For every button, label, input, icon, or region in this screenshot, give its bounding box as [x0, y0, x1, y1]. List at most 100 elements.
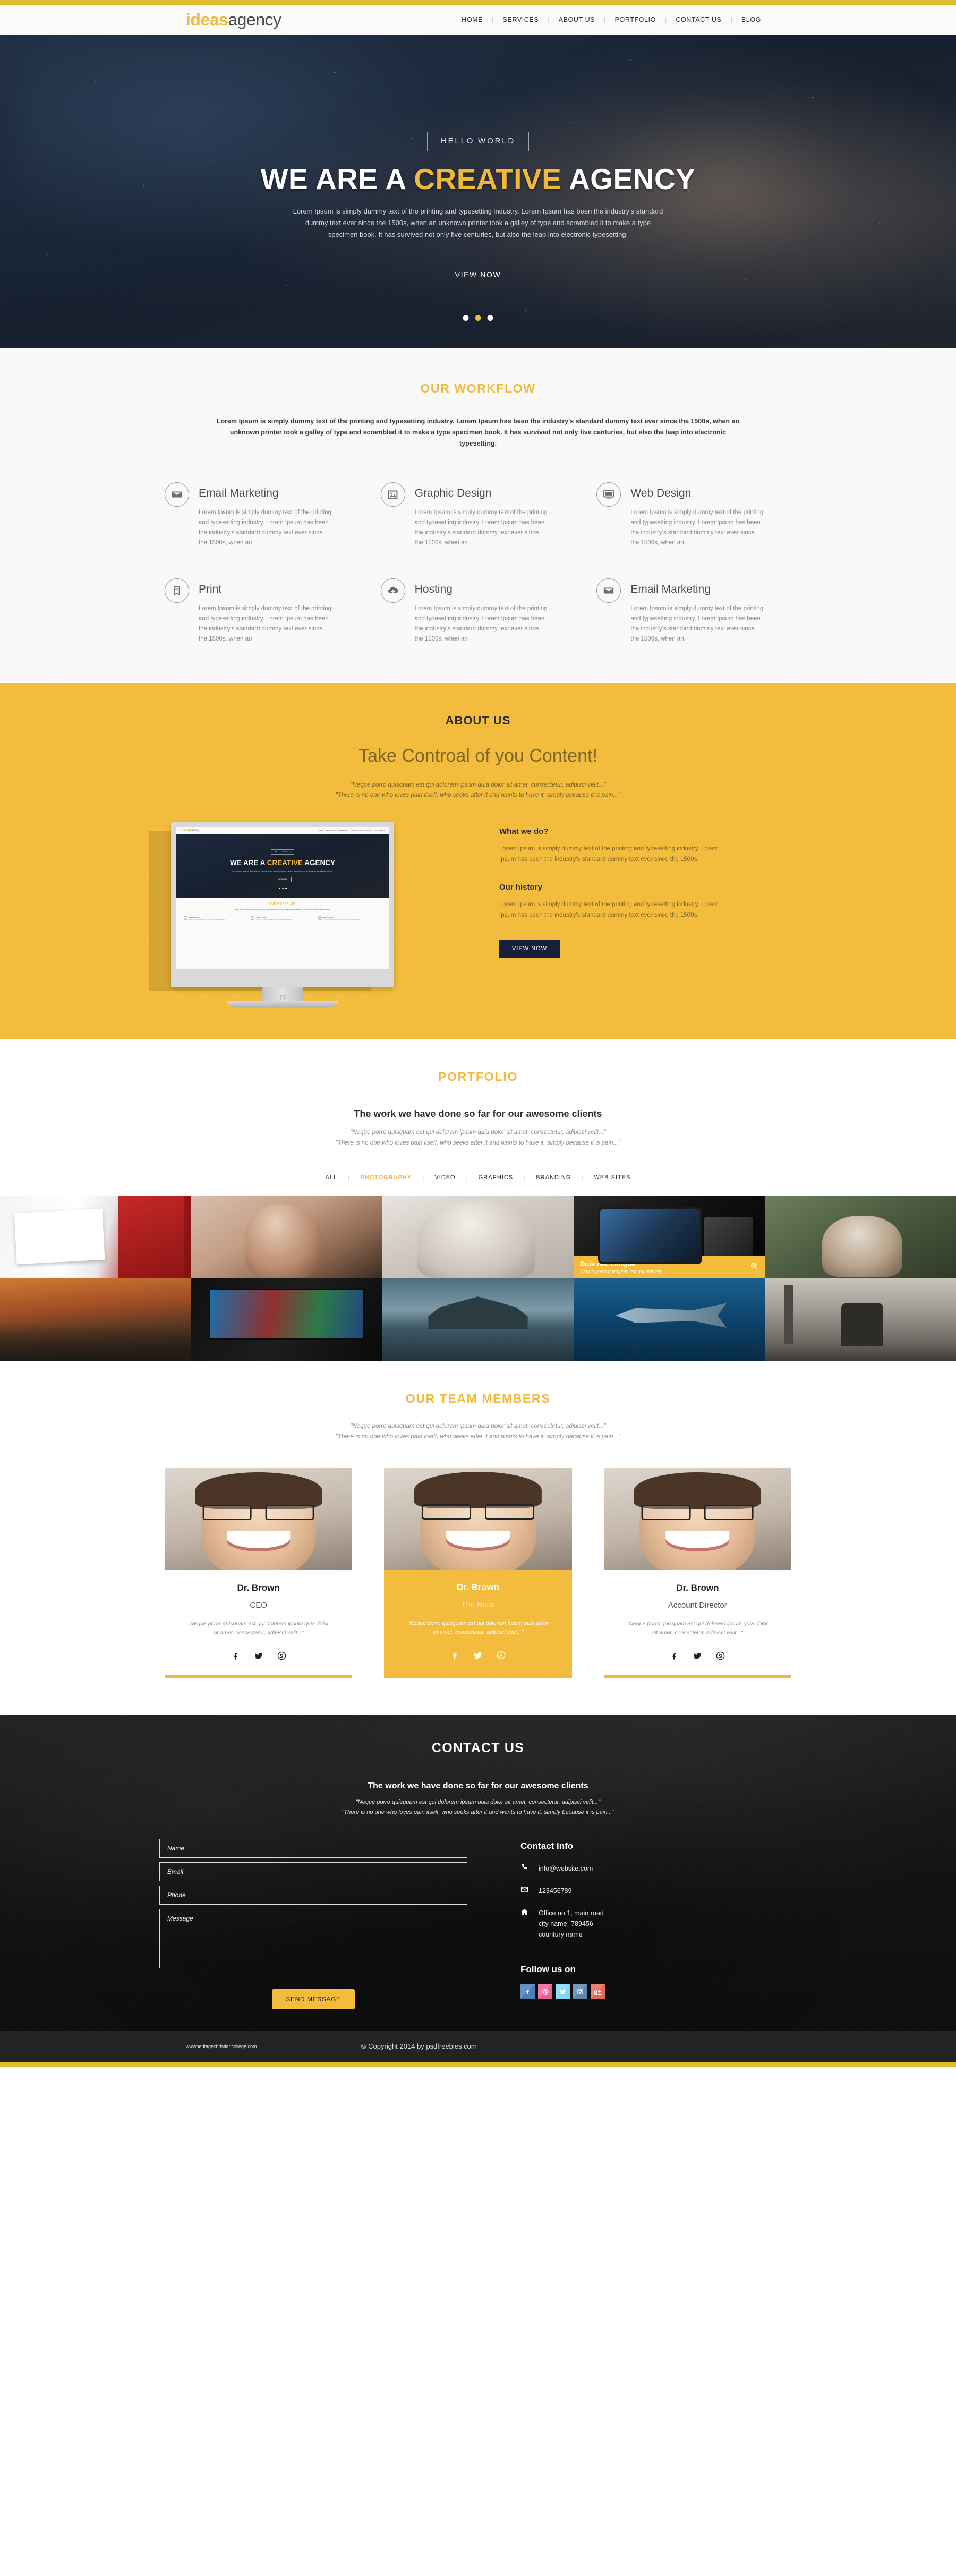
- twitter-icon[interactable]: [693, 1651, 702, 1664]
- envelope-icon: [165, 482, 189, 507]
- team-member-social[interactable]: [165, 1651, 352, 1664]
- instagram-icon[interactable]: [573, 1984, 587, 1999]
- phone-input[interactable]: [159, 1886, 467, 1905]
- twitter-icon[interactable]: [556, 1984, 570, 1999]
- mockup-card-title: Graphic Design: [256, 916, 267, 918]
- portfolio-item[interactable]: [574, 1278, 765, 1361]
- hero-title-highlight: CREATIVE: [414, 163, 562, 195]
- mockup-card-title: Email Marketing: [189, 916, 200, 918]
- portfolio-title: PORTFOLIO: [438, 1062, 518, 1084]
- portfolio-quote: "Neque porro quisquam est qui dolorem ip…: [0, 1127, 956, 1148]
- portfolio-item[interactable]: [0, 1278, 191, 1361]
- nav-item-contact-us[interactable]: CONTACT US: [667, 16, 730, 23]
- facebook-icon[interactable]: [450, 1651, 459, 1663]
- zoom-in-icon[interactable]: [750, 1262, 758, 1273]
- portfolio-filter-branding[interactable]: BRANDING: [525, 1174, 582, 1181]
- team-member-card: Dr. Brown CEO "Neque porro quisquam est qu…: [165, 1468, 353, 1678]
- portfolio-item[interactable]: [765, 1196, 956, 1278]
- team-member-role: Account Director: [668, 1593, 727, 1610]
- workflow-item: Hosting Lorem Ipsum is simply dummy text …: [380, 577, 576, 644]
- site-logo[interactable]: ideasagency: [186, 10, 281, 30]
- mockup-card: Graphic Design Lorem Ipsum is simply dumm…: [251, 916, 314, 921]
- email-input[interactable]: [159, 1862, 467, 1881]
- mockup-nav-item: SERVICES: [326, 829, 336, 832]
- facebook-icon[interactable]: [670, 1651, 679, 1664]
- portfolio-item-title: Duis nec congue: [580, 1260, 663, 1268]
- skype-icon[interactable]: [497, 1651, 506, 1663]
- image-icon: [380, 482, 405, 507]
- slider-dot-1[interactable]: [463, 315, 469, 321]
- workflow-section: OUR WORKFLOW Lorem Ipsum is simply dummy…: [0, 348, 956, 683]
- monitor-icon: [596, 482, 621, 507]
- about-view-now-button[interactable]: VIEW NOW: [499, 940, 560, 958]
- portfolio-filter-graphics[interactable]: GRAPHICS: [468, 1174, 524, 1181]
- mockup-nav: HOME SERVICES ABOUT US PORTFOLIO CONTACT US B…: [318, 830, 385, 832]
- portfolio-grid: Duis nec congue Neque porro quisquam est …: [0, 1196, 956, 1361]
- hero-view-now-button[interactable]: VIEW NOW: [435, 263, 521, 286]
- portfolio-filter-web-sites[interactable]: WEB SITES: [584, 1174, 642, 1181]
- team-member-social[interactable]: [604, 1651, 791, 1664]
- workflow-item-text: Lorem Ipsum is simply dummy text of the …: [414, 605, 548, 642]
- skype-icon[interactable]: [277, 1651, 286, 1664]
- about-section: ABOUT US Take Controal of you Content! "…: [0, 683, 956, 1039]
- mockup-hero-badge: HELLO WORLD: [270, 849, 295, 855]
- mockup-section-text: Lorem Ipsum is simply dummy text of the …: [235, 909, 330, 910]
- send-message-button[interactable]: SEND MESSAGE: [272, 1989, 355, 2009]
- twitter-icon[interactable]: [254, 1651, 263, 1664]
- dribbble-icon[interactable]: [538, 1984, 552, 1999]
- about-tagline: Take Controal of you Content!: [358, 746, 598, 766]
- portfolio-item[interactable]: [191, 1278, 382, 1361]
- home-icon: [520, 1908, 539, 1917]
- nav-item-portfolio[interactable]: PORTFOLIO: [606, 16, 665, 23]
- nav-item-blog[interactable]: BLOG: [732, 16, 770, 23]
- contact-quote: "Neque porro quisquam est qui dolorem ip…: [0, 1797, 956, 1818]
- team-member-name: Dr. Brown: [237, 1575, 280, 1593]
- follow-us-heading: Follow us on: [520, 1956, 576, 1974]
- social-links[interactable]: g+: [520, 1984, 605, 1999]
- mockup-nav-item: BLOG: [379, 829, 385, 832]
- workflow-item: Email Marketing Lorem Ipsum is simply dum…: [165, 481, 360, 548]
- portfolio-filter-bar[interactable]: ALL | PHOTOGRAPHY | VIDEO | GRAPHICS | BRANDING |…: [0, 1174, 956, 1196]
- imac-screen: ideasagency HOME SERVICES ABOUT US PORTFOLI…: [176, 827, 389, 969]
- nav-item-home[interactable]: HOME: [453, 16, 492, 23]
- message-textarea[interactable]: [159, 1909, 467, 1968]
- contact-info-text: 123456789: [539, 1879, 572, 1895]
- team-quote-line-2: "There is no one who loves pain itself, …: [335, 1426, 621, 1440]
- nav-item-services[interactable]: SERVICES: [494, 16, 548, 23]
- mockup-card-icon: [251, 916, 255, 920]
- googleplus-icon[interactable]: g+: [591, 1984, 605, 1999]
- portfolio-subtitle: The work we have done so far for our awe…: [354, 1101, 602, 1119]
- portfolio-filter-all[interactable]: ALL: [315, 1174, 348, 1181]
- main-navigation[interactable]: HOME | SERVICES | ABOUT US | PORTFOLIO | CONTACT…: [453, 16, 770, 24]
- footer-url[interactable]: wwwheritagechristiancollege.com: [186, 2044, 361, 2049]
- mockup-card-text: Lorem Ipsum is simply dummy text of the …: [323, 919, 360, 920]
- slider-dot-3[interactable]: [487, 315, 493, 321]
- mockup-card-text: Lorem Ipsum is simply dummy text of the …: [189, 919, 226, 920]
- mockup-cards: Email Marketing Lorem Ipsum is simply dum…: [184, 916, 381, 921]
- about-block-heading-1: What we do?: [499, 827, 549, 836]
- skype-icon[interactable]: [716, 1651, 725, 1664]
- facebook-icon[interactable]: [231, 1651, 240, 1664]
- logo-text-primary: ideas: [186, 10, 228, 29]
- portfolio-filter-photography[interactable]: PHOTOGRAPHY: [349, 1174, 422, 1181]
- team-member-social[interactable]: [384, 1651, 571, 1663]
- portfolio-item[interactable]: [765, 1278, 956, 1361]
- portfolio-filter-video[interactable]: VIDEO: [424, 1174, 466, 1181]
- workflow-item: Graphic Design Lorem Ipsum is simply dumm…: [380, 481, 576, 548]
- slider-dot-2[interactable]: [475, 315, 481, 321]
- contact-info-line: info@website.com: [520, 1863, 605, 1874]
- contact-title: CONTACT US: [431, 1733, 525, 1755]
- portfolio-item[interactable]: [382, 1196, 574, 1278]
- name-input[interactable]: [159, 1839, 467, 1858]
- facebook-icon[interactable]: [520, 1984, 535, 1999]
- contact-quote-line-2: "There is no one who loves pain itself, …: [0, 1807, 956, 1818]
- portfolio-item[interactable]: [382, 1278, 574, 1361]
- twitter-icon[interactable]: [473, 1651, 483, 1663]
- about-imac-mockup: ideasagency HOME SERVICES ABOUT US PORTFOLI…: [149, 822, 489, 1008]
- portfolio-item[interactable]: [191, 1196, 382, 1278]
- portfolio-item[interactable]: [0, 1196, 191, 1278]
- nav-item-about-us[interactable]: ABOUT US: [550, 16, 604, 23]
- workflow-grid: Email Marketing Lorem Ipsum is simply dum…: [165, 481, 791, 644]
- portfolio-item[interactable]: Duis nec congue Neque porro quisquam est …: [574, 1196, 765, 1278]
- hero-slider-dots[interactable]: [463, 315, 493, 321]
